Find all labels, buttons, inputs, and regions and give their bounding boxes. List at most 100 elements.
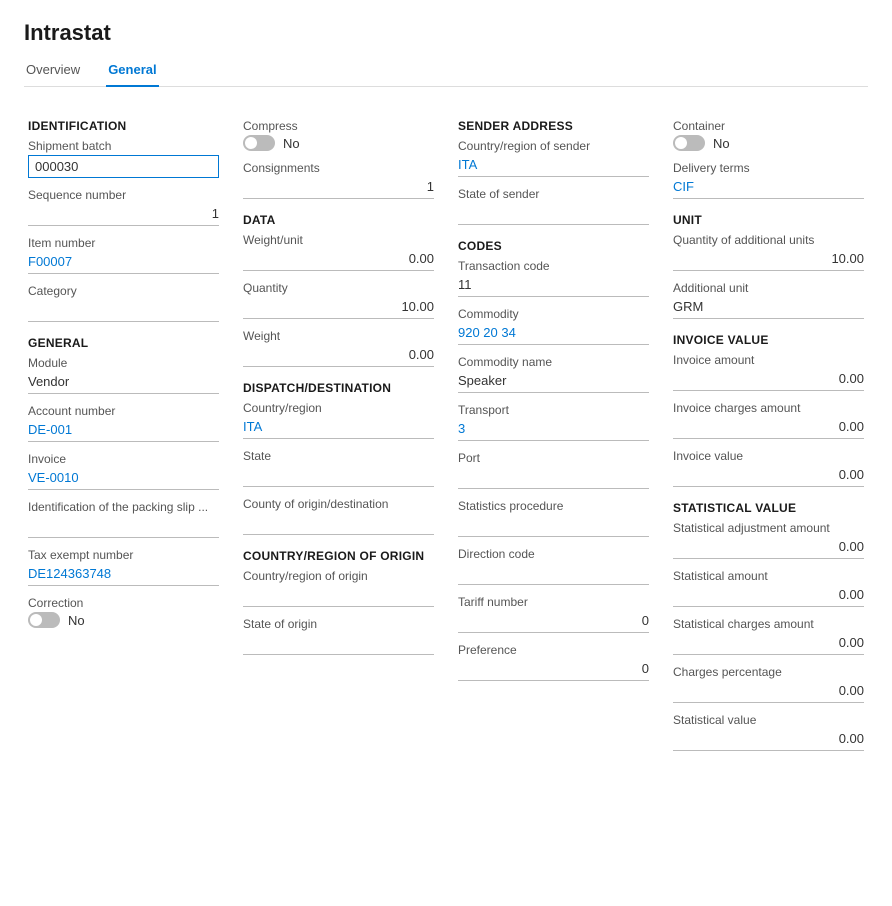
invoice-value-field: Invoice value 0.00 (673, 449, 864, 487)
weight-unit-value: 0.00 (243, 249, 434, 271)
tab-overview[interactable]: Overview (24, 56, 82, 87)
column-2: Compress No Consignments 1 DATA Weight/u… (239, 105, 438, 761)
weight-unit-field: Weight/unit 0.00 (243, 233, 434, 271)
general-header: GENERAL (28, 336, 219, 350)
category-value (28, 300, 219, 322)
statistical-charges-amount-value: 0.00 (673, 633, 864, 655)
direction-code-field: Direction code (458, 547, 649, 585)
consignments-value: 1 (243, 177, 434, 199)
transport-field: Transport 3 (458, 403, 649, 441)
container-toggle[interactable] (673, 135, 705, 151)
sequence-number-field: Sequence number 1 (28, 188, 219, 226)
transaction-code-field: Transaction code 11 (458, 259, 649, 297)
container-section: Container No (673, 119, 864, 151)
sender-country-value[interactable]: ITA (458, 155, 649, 177)
codes-header: CODES (458, 239, 649, 253)
dispatch-state-value (243, 465, 434, 487)
quantity-value: 10.00 (243, 297, 434, 319)
module-value: Vendor (28, 372, 219, 394)
invoice-value-header: INVOICE VALUE (673, 333, 864, 347)
consignments-field: Consignments 1 (243, 161, 434, 199)
packing-slip-value (28, 516, 219, 538)
country-region-origin-header: COUNTRY/REGION OF ORIGIN (243, 549, 434, 563)
county-origin-value (243, 513, 434, 535)
account-number-field: Account number DE-001 (28, 404, 219, 442)
commodity-name-field: Commodity name Speaker (458, 355, 649, 393)
container-toggle-row: No (673, 135, 864, 151)
delivery-terms-field: Delivery terms CIF (673, 161, 864, 199)
direction-code-value (458, 563, 649, 585)
qty-additional-units-field: Quantity of additional units 10.00 (673, 233, 864, 271)
tax-exempt-field: Tax exempt number DE124363748 (28, 548, 219, 586)
transport-value[interactable]: 3 (458, 419, 649, 441)
qty-additional-units-value: 10.00 (673, 249, 864, 271)
dispatch-state-field: State (243, 449, 434, 487)
item-number-value[interactable]: F00007 (28, 252, 219, 274)
statistical-value-header: STATISTICAL VALUE (673, 501, 864, 515)
invoice-value[interactable]: VE-0010 (28, 468, 219, 490)
charges-percentage-field: Charges percentage 0.00 (673, 665, 864, 703)
invoice-value-value: 0.00 (673, 465, 864, 487)
weight-field: Weight 0.00 (243, 329, 434, 367)
preference-value: 0 (458, 659, 649, 681)
invoice-amount-value: 0.00 (673, 369, 864, 391)
column-4: Container No Delivery terms CIF UNIT Qua… (669, 105, 868, 761)
dispatch-country-value[interactable]: ITA (243, 417, 434, 439)
column-3: SENDER ADDRESS Country/region of sender … (454, 105, 653, 761)
correction-field: Correction No (28, 596, 219, 628)
statistics-procedure-value (458, 515, 649, 537)
correction-toggle-row: No (28, 612, 219, 628)
data-header: DATA (243, 213, 434, 227)
statistical-charges-amount-field: Statistical charges amount 0.00 (673, 617, 864, 655)
port-value (458, 467, 649, 489)
compress-toggle[interactable] (243, 135, 275, 151)
port-field: Port (458, 451, 649, 489)
state-of-sender-field: State of sender (458, 187, 649, 225)
page-title: Intrastat (24, 20, 868, 46)
compress-toggle-label: No (283, 136, 300, 151)
statistical-amount-value: 0.00 (673, 585, 864, 607)
weight-value: 0.00 (243, 345, 434, 367)
dispatch-header: DISPATCH/DESTINATION (243, 381, 434, 395)
tab-general[interactable]: General (106, 56, 158, 87)
commodity-name-value: Speaker (458, 371, 649, 393)
state-of-sender-value (458, 203, 649, 225)
identification-header: IDENTIFICATION (28, 119, 219, 133)
account-number-value[interactable]: DE-001 (28, 420, 219, 442)
item-number-field: Item number F00007 (28, 236, 219, 274)
commodity-value[interactable]: 920 20 34 (458, 323, 649, 345)
charges-percentage-value: 0.00 (673, 681, 864, 703)
tariff-number-field: Tariff number 0 (458, 595, 649, 633)
shipment-batch-value[interactable]: 000030 (28, 155, 219, 178)
tax-exempt-value[interactable]: DE124363748 (28, 564, 219, 586)
invoice-charges-amount-field: Invoice charges amount 0.00 (673, 401, 864, 439)
correction-toggle-label: No (68, 613, 85, 628)
statistical-value-value: 0.00 (673, 729, 864, 751)
tariff-number-value: 0 (458, 611, 649, 633)
shipment-batch-field: Shipment batch 000030 (28, 139, 219, 178)
delivery-terms-value[interactable]: CIF (673, 177, 864, 199)
dispatch-country-field: Country/region ITA (243, 401, 434, 439)
preference-field: Preference 0 (458, 643, 649, 681)
module-field: Module Vendor (28, 356, 219, 394)
invoice-field: Invoice VE-0010 (28, 452, 219, 490)
commodity-field: Commodity 920 20 34 (458, 307, 649, 345)
sender-country-field: Country/region of sender ITA (458, 139, 649, 177)
compress-section: Compress No (243, 119, 434, 151)
compress-toggle-row: No (243, 135, 434, 151)
county-origin-field: County of origin/destination (243, 497, 434, 535)
invoice-amount-field: Invoice amount 0.00 (673, 353, 864, 391)
packing-slip-field: Identification of the packing slip ... (28, 500, 219, 538)
country-region-origin-value (243, 585, 434, 607)
transaction-code-value: 11 (458, 275, 649, 297)
additional-unit-value: GRM (673, 297, 864, 319)
state-of-origin-value (243, 633, 434, 655)
statistical-value-field: Statistical value 0.00 (673, 713, 864, 751)
quantity-field: Quantity 10.00 (243, 281, 434, 319)
tab-bar: Overview General (24, 56, 868, 87)
statistics-procedure-field: Statistics procedure (458, 499, 649, 537)
correction-toggle[interactable] (28, 612, 60, 628)
statistical-amount-field: Statistical amount 0.00 (673, 569, 864, 607)
container-toggle-label: No (713, 136, 730, 151)
statistical-adjustment-amount-field: Statistical adjustment amount 0.00 (673, 521, 864, 559)
